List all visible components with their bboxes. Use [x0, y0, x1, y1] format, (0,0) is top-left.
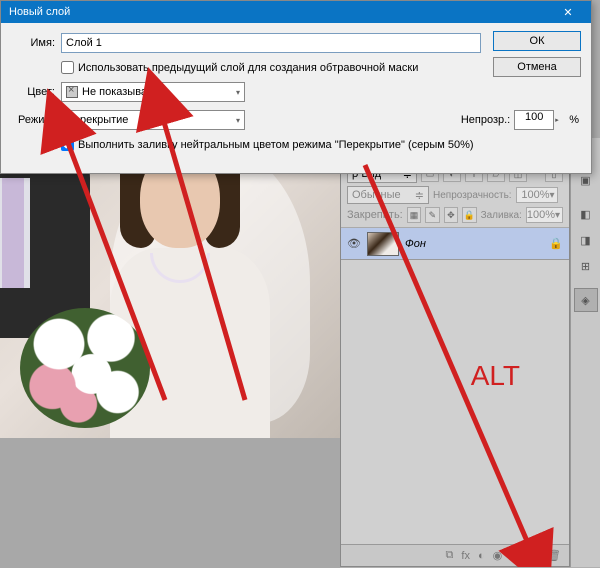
layer-thumbnail[interactable]: [367, 232, 399, 256]
chevron-down-icon: ▾: [236, 88, 240, 97]
ok-button[interactable]: ОК: [493, 31, 581, 51]
close-icon[interactable]: ✕: [553, 6, 583, 19]
layer-opacity-label: Непрозрачность:: [433, 190, 512, 201]
link-layers-icon[interactable]: ⧉: [446, 549, 454, 562]
lock-move-icon[interactable]: ✥: [444, 207, 458, 223]
fill-neutral-checkbox[interactable]: [61, 138, 74, 151]
layer-opacity-input[interactable]: 100% ▾: [516, 187, 558, 203]
dialog-title-text: Новый слой: [9, 6, 70, 18]
document-canvas[interactable]: [0, 138, 340, 438]
layer-name-input[interactable]: [61, 33, 481, 53]
layers-footer: ⧉ fx ◐ ◉ ▢ ▣ 🗑: [341, 544, 569, 566]
new-layer-icon[interactable]: ▣: [529, 549, 539, 562]
use-prev-mask-label: Использовать предыдущий слой для создани…: [78, 62, 418, 74]
photo-tie: [2, 178, 24, 288]
dialog-titlebar[interactable]: Новый слой ✕: [1, 1, 591, 23]
cube-icon[interactable]: ◧: [574, 202, 598, 226]
lock-icon: 🔒: [549, 237, 563, 250]
visibility-eye-icon[interactable]: 👁: [347, 237, 361, 250]
lock-transparency-icon[interactable]: ▦: [407, 207, 421, 223]
annotation-alt-label: ALT: [471, 360, 520, 392]
layer-blend-select[interactable]: Обычные≑: [347, 186, 429, 204]
opacity-spinner-icon[interactable]: ▸: [555, 116, 565, 124]
canvas-background: [0, 438, 340, 568]
layer-row[interactable]: 👁 Фон 🔒: [341, 228, 569, 260]
mode-label: Режим:: [13, 114, 55, 126]
lock-label: Закрепить:: [347, 209, 403, 221]
layers-icon[interactable]: ◈: [574, 288, 598, 312]
lock-paint-icon[interactable]: ✎: [425, 207, 439, 223]
layer-fill-input[interactable]: 100% ▾: [526, 207, 563, 223]
adjustment-layer-icon[interactable]: ◉: [493, 549, 503, 562]
delete-layer-icon[interactable]: 🗑: [547, 549, 561, 562]
right-toolbar: ✂ ▣ ◧ ◨ ⊞ ◈: [570, 138, 600, 567]
color-swatch-none-icon: [66, 86, 78, 98]
use-prev-mask-checkbox[interactable]: [61, 61, 74, 74]
layer-group-icon[interactable]: ▢: [510, 549, 520, 562]
color-label: Цвет:: [13, 86, 55, 98]
fill-label: Заливка:: [481, 210, 522, 221]
opacity-label: Непрозр.:: [461, 114, 510, 126]
opacity-input[interactable]: 100: [514, 110, 554, 130]
layers-panel: Слои ▸│ ▾≡ ρ Вид≑ ▭ ◐ T ▱ ◫ ▯ Обычные≑ Н…: [340, 138, 570, 567]
color-select[interactable]: Не показывать ▾: [61, 82, 245, 102]
layer-mask-icon[interactable]: ◐: [478, 550, 485, 562]
layer-name-text: Фон: [405, 238, 543, 250]
network-icon[interactable]: ⊞: [574, 254, 598, 278]
layers-list: 👁 Фон 🔒: [341, 228, 569, 544]
blend-mode-select[interactable]: Перекрытие ▾: [61, 110, 245, 130]
lock-all-icon[interactable]: 🔒: [462, 207, 476, 223]
chevron-down-icon: ▾: [236, 116, 240, 125]
name-label: Имя:: [13, 37, 55, 49]
fill-neutral-label: Выполнить заливку нейтральным цветом реж…: [78, 139, 474, 151]
layer-fx-icon[interactable]: fx: [461, 550, 470, 562]
photo-bouquet: [20, 308, 150, 428]
box-icon[interactable]: ◨: [574, 228, 598, 252]
new-layer-dialog: Новый слой ✕ Имя: Использовать предыдущи…: [0, 0, 592, 174]
cancel-button[interactable]: Отмена: [493, 57, 581, 77]
opacity-pct: %: [569, 114, 579, 126]
